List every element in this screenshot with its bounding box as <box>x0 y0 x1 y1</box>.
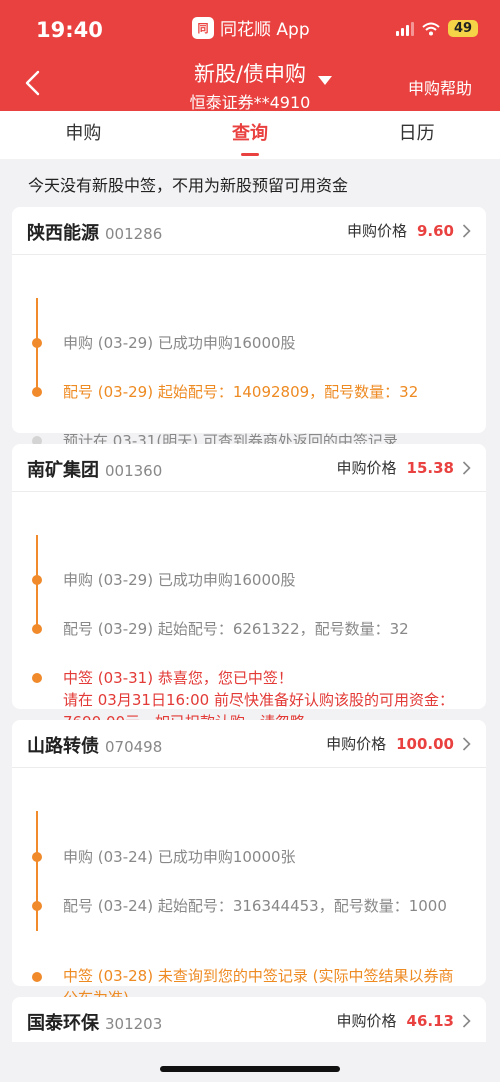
help-button[interactable]: 申购帮助 <box>408 75 472 99</box>
price-link[interactable]: 申购价格 9.60 <box>347 220 471 241</box>
notice-text: 今天没有新股中签，不用为新股预留可用资金 <box>28 176 349 195</box>
chevron-right-icon <box>462 736 471 751</box>
stock-name: 陕西能源 <box>27 223 99 244</box>
card-header[interactable]: 山路转债 070498 申购价格 100.00 <box>12 720 486 768</box>
stock-code: 001360 <box>105 462 163 480</box>
stock-code: 070498 <box>105 738 163 756</box>
stock-card: 山路转债 070498 申购价格 100.00 申购 (03-24) 已成功申购1… <box>12 720 486 1007</box>
stock-code: 301203 <box>105 1015 163 1033</box>
chevron-right-icon <box>462 223 471 238</box>
tab-bar: 申购 查询 日历 <box>0 111 500 159</box>
chevron-right-icon <box>462 460 471 475</box>
timeline-text: 申购 (03-29) 已成功申购16000股 <box>63 571 296 589</box>
price-label: 申购价格 <box>336 1012 397 1030</box>
timeline-dot <box>32 338 42 348</box>
stock-name-row: 陕西能源 001286 <box>27 219 162 245</box>
timeline-connector <box>36 811 38 931</box>
price-label: 申购价格 <box>326 735 387 753</box>
timeline-text: 配号 (03-24) 起始配号：316344453，配号数量：1000 <box>63 897 447 915</box>
price-label: 申购价格 <box>346 222 407 240</box>
price-value: 9.60 <box>416 221 454 240</box>
timeline-dot <box>32 387 42 397</box>
price-link[interactable]: 申购价格 15.38 <box>337 457 471 478</box>
price-value: 46.13 <box>406 1011 454 1030</box>
timeline-dot <box>32 901 42 911</box>
status-time: 19:40 <box>36 18 103 42</box>
timeline-text: 申购 (03-29) 已成功申购16000股 <box>63 334 296 352</box>
signal-icon <box>396 21 414 36</box>
card-header[interactable]: 国泰环保 301203 申购价格 46.13 <box>12 997 486 1045</box>
stock-name-row: 南矿集团 001360 <box>27 456 162 482</box>
tab-query[interactable]: 查询 <box>167 111 334 159</box>
timeline-text: 配号 (03-29) 起始配号：14092809，配号数量：32 <box>63 383 419 401</box>
stock-card: 陕西能源 001286 申购价格 9.60 申购 (03-29) 已成功申购160… <box>12 207 486 450</box>
stock-name-row: 山路转债 070498 <box>27 732 162 758</box>
stock-name: 南矿集团 <box>27 460 99 481</box>
timeline-dot <box>32 624 42 634</box>
tab-calendar[interactable]: 日历 <box>333 111 500 159</box>
status-app-name: 同花顺 App <box>220 20 310 40</box>
timeline-dot <box>32 852 42 862</box>
price-link[interactable]: 申购价格 100.00 <box>326 733 471 754</box>
price-value: 100.00 <box>396 734 454 753</box>
timeline-text: 申购 (03-24) 已成功申购10000张 <box>63 848 296 866</box>
timeline-dot <box>32 575 42 585</box>
stock-name-row: 国泰环保 301203 <box>27 1009 162 1035</box>
stock-card: 南矿集团 001360 申购价格 15.38 申购 (03-29) 已成功申购16… <box>12 444 486 731</box>
price-link[interactable]: 申购价格 46.13 <box>337 1010 471 1031</box>
app-logo-icon: 同 <box>192 16 214 39</box>
card-header[interactable]: 南矿集团 001360 申购价格 15.38 <box>12 444 486 492</box>
stock-code: 001286 <box>105 225 163 243</box>
status-indicators: 49 <box>396 20 478 37</box>
stock-card: 国泰环保 301203 申购价格 46.13 <box>12 997 486 1042</box>
timeline-dot <box>32 972 42 982</box>
card-header[interactable]: 陕西能源 001286 申购价格 9.60 <box>12 207 486 255</box>
stock-name: 国泰环保 <box>27 1013 99 1034</box>
wifi-icon <box>422 22 440 35</box>
status-app-indicator[interactable]: 同 同花顺 App <box>192 15 310 40</box>
battery-icon: 49 <box>448 20 478 37</box>
page-title: 新股/债申购 <box>193 62 307 86</box>
tab-subscribe[interactable]: 申购 <box>0 111 167 159</box>
timeline-text: 配号 (03-29) 起始配号：6261322，配号数量：32 <box>63 620 409 638</box>
chevron-right-icon <box>462 1013 471 1028</box>
app-header: 19:40 同 同花顺 App 49 新股/债申购 恒泰证券**4910 申购帮… <box>0 0 500 112</box>
home-indicator[interactable] <box>160 1066 340 1072</box>
price-label: 申购价格 <box>336 459 397 477</box>
timeline-dot <box>32 673 42 683</box>
win-message: 中签 (03-31) 恭喜您，您已中签！ <box>63 669 293 687</box>
dropdown-caret-icon[interactable] <box>318 76 332 85</box>
price-value: 15.38 <box>406 458 454 477</box>
stock-name: 山路转债 <box>27 736 99 757</box>
